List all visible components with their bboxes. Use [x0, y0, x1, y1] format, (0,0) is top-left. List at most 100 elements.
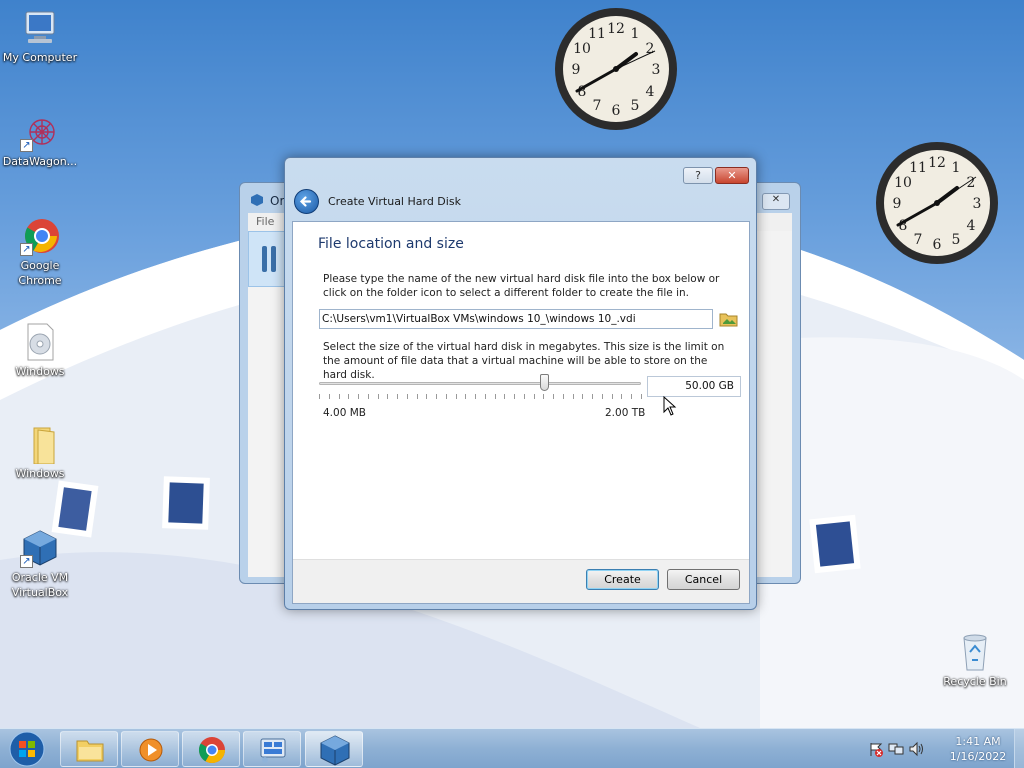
slider-tick — [475, 394, 476, 399]
close-button[interactable]: ✕ — [762, 193, 790, 210]
desktop-icon-label: Windows — [15, 467, 65, 480]
tools-item[interactable] — [248, 231, 288, 287]
page-heading: File location and size — [318, 236, 464, 252]
shortcut-arrow-icon: ↗ — [20, 243, 33, 256]
svg-text:10: 10 — [573, 41, 591, 57]
back-button[interactable] — [294, 189, 319, 214]
slider-tick — [436, 394, 437, 399]
desktop-icon-my-computer[interactable]: My Computer — [0, 8, 80, 65]
svg-text:12: 12 — [928, 155, 946, 171]
slider-tick — [631, 394, 632, 399]
svg-text:6: 6 — [933, 237, 942, 253]
svg-text:7: 7 — [914, 232, 923, 248]
dialog-content: File location and size Please type the n… — [292, 221, 750, 604]
computer-icon — [20, 8, 60, 48]
show-desktop-button[interactable] — [1014, 729, 1024, 768]
slider-tick — [465, 394, 466, 399]
slider-tick — [524, 394, 525, 399]
slider-min-label: 4.00 MB — [323, 407, 366, 419]
slider-tick — [368, 394, 369, 399]
desktop-icon-windows-folder[interactable]: Windows — [0, 424, 80, 481]
desktop-icon-recycle-bin[interactable]: Recycle Bin — [935, 632, 1015, 689]
create-button[interactable]: Create — [586, 569, 659, 590]
create-virtual-hard-disk-dialog[interactable]: ? ✕ Create Virtual Hard Disk File locati… — [284, 157, 757, 610]
close-button[interactable]: ✕ — [715, 167, 749, 184]
folder-icon — [719, 313, 738, 327]
size-slider[interactable] — [319, 374, 642, 400]
datawagon-icon: ↗ — [20, 112, 60, 152]
svg-text:10: 10 — [894, 175, 912, 191]
slider-thumb[interactable] — [540, 374, 549, 391]
slider-tick — [602, 394, 603, 399]
slider-tick — [397, 394, 398, 399]
taskbar-media-player-button[interactable] — [121, 731, 179, 767]
svg-text:11: 11 — [909, 160, 927, 176]
slider-tick — [573, 394, 574, 399]
desktop-icon-label: Recycle Bin — [943, 675, 1007, 688]
shortcut-arrow-icon: ↗ — [20, 555, 33, 568]
slider-tick — [553, 394, 554, 399]
clock-gadget[interactable]: 12 1 2 3 4567 8 9 10 11 — [553, 6, 679, 132]
file-path-input[interactable]: C:\Users\vm1\VirtualBox VMs\windows 10_\… — [319, 309, 713, 329]
cancel-button[interactable]: Cancel — [667, 569, 740, 590]
slider-tick — [329, 394, 330, 399]
slider-tick — [563, 394, 564, 399]
dialog-title: Create Virtual Hard Disk — [328, 195, 461, 208]
clock-area[interactable]: 1:41 AM 1/16/2022 — [942, 734, 1014, 764]
media-player-icon — [139, 738, 163, 762]
desktop-icon-label: Windows — [15, 365, 65, 378]
slider-tick — [407, 394, 408, 399]
volume-icon[interactable] — [908, 741, 924, 757]
virtualbox-icon — [320, 735, 350, 766]
slider-tick — [426, 394, 427, 399]
folder-icon — [20, 424, 60, 465]
svg-text:5: 5 — [952, 232, 961, 248]
taskbar-remote-desktop-button[interactable] — [243, 731, 301, 767]
slider-tick — [339, 394, 340, 399]
taskbar-time: 1:41 AM — [955, 735, 1001, 748]
taskbar-explorer-button[interactable] — [60, 731, 118, 767]
slider-tick — [348, 394, 349, 399]
folder-browse-button[interactable] — [719, 310, 739, 328]
svg-text:4: 4 — [967, 218, 976, 234]
slider-tick — [358, 394, 359, 399]
cursor-arrow-icon — [663, 395, 677, 416]
slider-max-label: 2.00 TB — [605, 407, 646, 419]
recycle-bin-icon — [955, 632, 995, 672]
desktop-icon-oracle-vm-virtualbox[interactable]: ↗ Oracle VM VirtualBox — [0, 528, 80, 600]
slider-tick — [319, 394, 320, 399]
clock-gadget[interactable]: 12 1 2 3 4567 8 9 10 11 — [874, 140, 1000, 266]
slider-tick — [534, 394, 535, 399]
menu-file[interactable]: File — [256, 215, 274, 228]
explorer-folder-icon — [76, 740, 104, 762]
windows-start-icon — [9, 731, 45, 767]
help-button[interactable]: ? — [683, 167, 713, 184]
clock-face-icon: 12 123 4567 891011 — [555, 8, 677, 130]
system-tray: 1:41 AM 1/16/2022 — [854, 729, 1024, 768]
slider-tick — [621, 394, 622, 399]
desktop-icon-label: DataWagon... — [2, 155, 78, 168]
desktop-icon-datawagon[interactable]: ↗ DataWagon... — [0, 112, 80, 169]
action-center-flag-icon[interactable] — [868, 741, 884, 757]
svg-text:6: 6 — [612, 103, 621, 119]
svg-text:1: 1 — [631, 26, 640, 42]
slider-track — [319, 382, 641, 385]
slider-tick — [543, 394, 544, 399]
tools-icon — [262, 246, 276, 272]
file-path-value: C:\Users\vm1\VirtualBox VMs\windows 10_\… — [322, 313, 636, 325]
slider-tick — [456, 394, 457, 399]
taskbar-virtualbox-button[interactable] — [305, 731, 363, 767]
slider-tick — [582, 394, 583, 399]
desktop-icon-google-chrome[interactable]: ↗ Google Chrome — [0, 216, 80, 288]
taskbar-chrome-button[interactable] — [182, 731, 240, 767]
network-icon[interactable] — [888, 741, 904, 757]
mouse-cursor — [663, 395, 677, 416]
slider-tick — [504, 394, 505, 399]
desktop-icon-label: My Computer — [2, 51, 78, 64]
slider-tick — [387, 394, 388, 399]
size-input[interactable]: 50.00 GB — [647, 376, 741, 397]
svg-text:3: 3 — [652, 62, 661, 78]
start-button[interactable] — [6, 730, 48, 768]
slider-tick — [446, 394, 447, 399]
desktop-icon-windows-iso[interactable]: Windows — [0, 322, 80, 379]
